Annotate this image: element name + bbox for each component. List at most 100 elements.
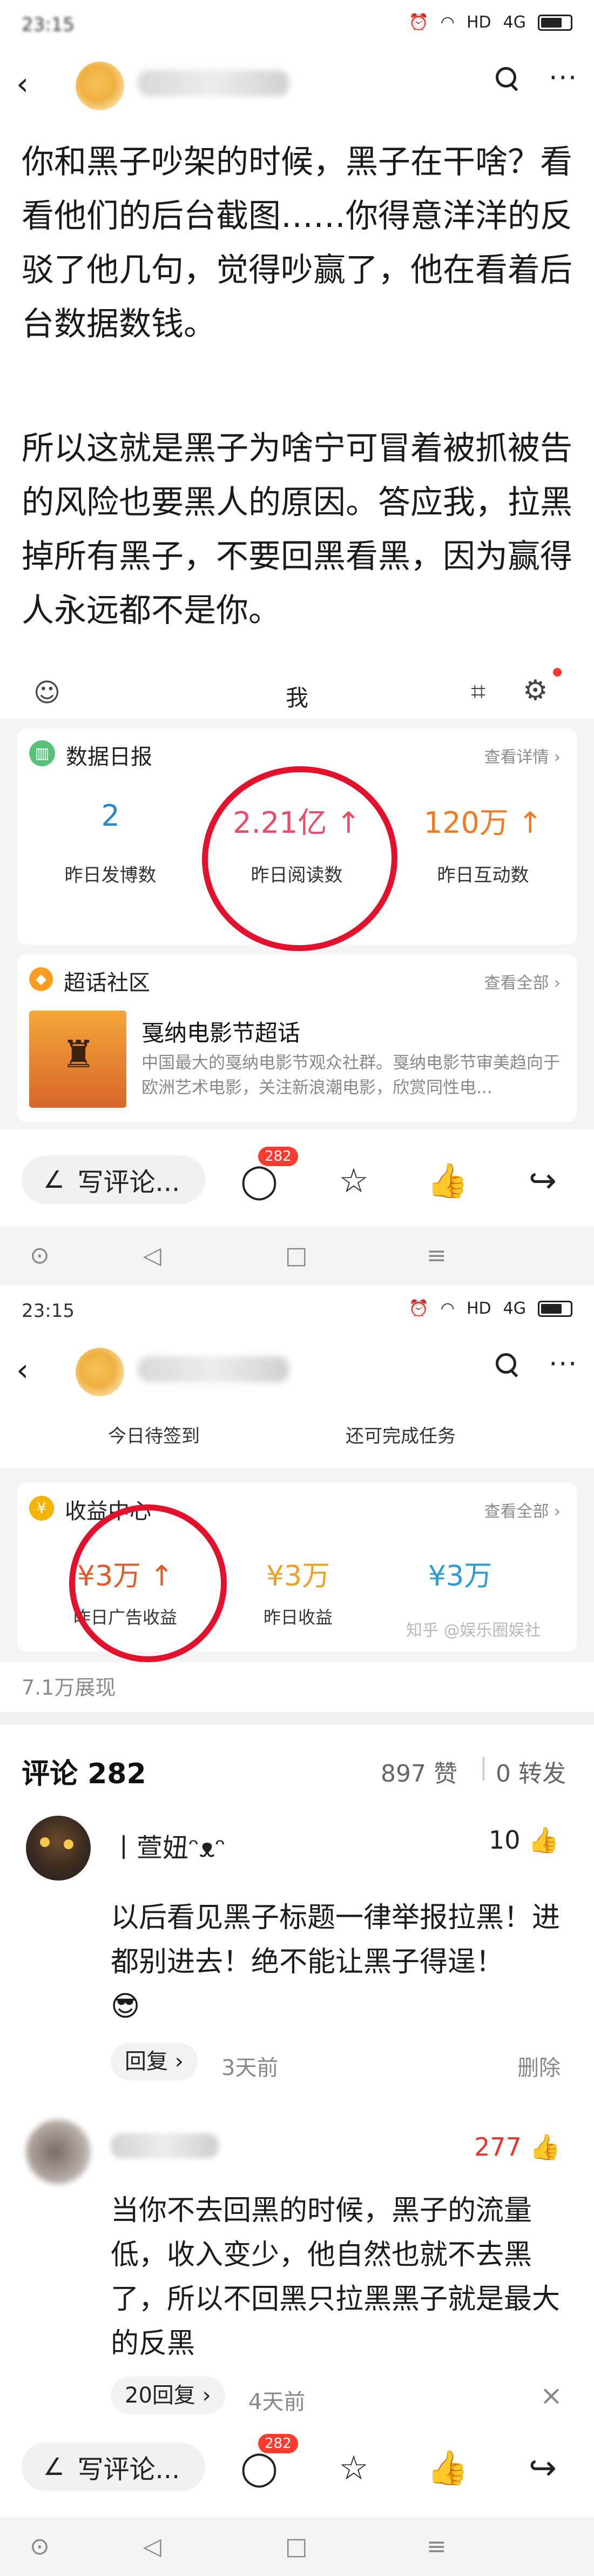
stat-interactions: 120万 ↑ 昨日互动数 — [390, 799, 576, 887]
comments-title[interactable]: 评论 282 — [22, 1751, 146, 1791]
search-icon[interactable] — [495, 1352, 518, 1376]
embed-header: ☺ 我 ⌗ ⚙ — [0, 665, 594, 719]
super-title: 超话社区 — [64, 971, 150, 995]
top-nav-2: ‹ ··· — [0, 1338, 594, 1403]
author-avatar[interactable] — [76, 62, 124, 110]
back-icon[interactable]: ‹ — [16, 68, 29, 99]
share-icon[interactable]: ↪ — [524, 2449, 562, 2487]
sys-home-icon[interactable]: □ — [285, 2533, 308, 2560]
income-yesterday-value: ¥3万 — [266, 1560, 330, 1593]
comment-item: 丨萱妞ᵔᴥᵔ 10 👍 以后看见黑子标题一律举报拉黑！进都别进去！绝不能让黑子得… — [0, 1805, 594, 2107]
share-icon[interactable]: ↪ — [524, 1162, 562, 1200]
more-icon[interactable]: ··· — [549, 64, 578, 91]
comment-likes[interactable]: 10 👍 — [489, 1825, 559, 1855]
comment-text: 当你不去回黑的时候，黑子的流量低，收入变少，他自然也就不去黑了，所以不回黑只拉黑… — [111, 2194, 561, 2360]
comment-time: 3天前 — [221, 2056, 279, 2080]
sys-menu-icon[interactable]: ≡ — [427, 1242, 447, 1269]
status-time: 23:15 — [22, 14, 75, 36]
comment-placeholder: 写评论... — [77, 1167, 180, 1197]
red-circle-annotation — [195, 759, 404, 958]
top-nav: ‹ ··· — [0, 52, 594, 117]
system-nav-bar-2: ⊙ ◁ □ ≡ — [0, 2517, 594, 2576]
income-third-value: ¥3万 — [428, 1560, 492, 1593]
network-label: HD — [466, 13, 491, 32]
comment-count-badge: 282 — [258, 2434, 298, 2453]
avatar-detail — [40, 1837, 50, 1847]
watermark: 知乎 @娱乐圈娱社 — [406, 1621, 541, 1640]
comment-text-body: 以后看见黑子标题一律举报拉黑！进都别进去！绝不能让黑子得逞！ — [111, 1902, 561, 1978]
commenter-name[interactable] — [111, 2133, 219, 2158]
task-buttons: 今日待签到 还可完成任务 — [0, 1403, 594, 1468]
author-name[interactable] — [138, 70, 289, 96]
settings-icon: ⚙ — [523, 674, 548, 707]
daily-data-card: ▥ 数据日报 查看详情 › 2 昨日发博数 2.21亿 ↑ 昨日阅读数 120万… — [17, 728, 577, 958]
daily-detail-link: 查看详情 › — [484, 748, 561, 767]
comment-icon[interactable]: ◯ — [240, 1162, 278, 1200]
sys-back-icon[interactable]: ◁ — [143, 2533, 161, 2560]
status-icons: ⏰ ◠ HD 4G — [408, 13, 572, 32]
diamond-icon: ◆ — [29, 967, 53, 991]
header-separator: | — [480, 1753, 488, 1781]
avatar-detail — [64, 1839, 73, 1849]
coin-icon: ¥ — [29, 1496, 54, 1521]
sys-home-icon[interactable]: □ — [285, 1242, 308, 1269]
stat-interactions-value: 120万 — [423, 806, 509, 840]
stat-posts-value: 2 — [101, 799, 120, 833]
favorite-icon[interactable]: ☆ — [335, 1162, 373, 1200]
sys-dot-icon[interactable]: ⊙ — [30, 1242, 50, 1269]
search-icon[interactable] — [495, 66, 518, 90]
alarm-icon: ⏰ — [408, 1299, 429, 1318]
system-nav-bar: ⊙ ◁ □ ≡ — [0, 1226, 594, 1285]
view-count: 7.1万展现 — [22, 1676, 116, 1700]
comment-input[interactable]: ∠ 写评论... — [22, 2443, 205, 2491]
comment-text: 以后看见黑子标题一律举报拉黑！进都别进去！绝不能让黑子得逞！ 😎 — [111, 1896, 575, 2029]
commenter-avatar[interactable] — [26, 1816, 91, 1881]
comments-header: 评论 282 897 赞 | 0 转发 — [0, 1735, 594, 1799]
comment-count-badge: 282 — [258, 1147, 298, 1166]
close-icon[interactable]: × — [540, 2380, 563, 2411]
reposts-count[interactable]: 0 转发 — [496, 1754, 566, 1789]
embedded-screenshot-2[interactable]: 今日待签到 还可完成任务 ¥ 收益中心 查看全部 › ¥3万 ↑ 昨日广告收益 … — [0, 1403, 594, 1668]
like-icon[interactable]: 👍 — [427, 2449, 468, 2487]
comment-time: 4天前 — [248, 2390, 306, 2414]
commenter-name[interactable]: 丨萱妞ᵔᴥᵔ — [111, 1826, 226, 1864]
comment-input[interactable]: ∠ 写评论... — [22, 1155, 205, 1204]
status-icons-2: ⏰ ◠ HD 4G — [408, 1299, 572, 1318]
sys-back-icon[interactable]: ◁ — [143, 1242, 161, 1269]
embedded-screenshot-1[interactable]: ☺ 我 ⌗ ⚙ ▥ 数据日报 查看详情 › 2 昨日发博数 2.21亿 ↑ 昨日… — [0, 665, 594, 1129]
stat-posts-label: 昨日发博数 — [64, 865, 157, 886]
wifi-icon: ◠ — [440, 13, 455, 32]
delete-button[interactable]: 删除 — [517, 2050, 561, 2082]
income-view-all-link: 查看全部 › — [484, 1502, 561, 1521]
author-avatar[interactable] — [76, 1348, 124, 1396]
action-bar-2: ∠ 写评论... ◯ 282 ☆ 👍 ↪ — [0, 2426, 594, 2507]
back-icon[interactable]: ‹ — [16, 1354, 29, 1386]
like-icon[interactable]: 👍 — [427, 1162, 468, 1200]
favorite-icon[interactable]: ☆ — [335, 2449, 373, 2487]
chart-icon: ▥ — [29, 740, 55, 766]
super-item-title: 戛纳电影节超话 — [141, 1020, 301, 1046]
income-yesterday: ¥3万 昨日收益 — [233, 1553, 363, 1629]
author-name[interactable] — [138, 1356, 289, 1382]
super-item-desc: 中国最大的戛纳电影节观众社群。戛纳电影节审美趋向于欧洲艺术电影，关注新浪潮电影，… — [141, 1053, 560, 1098]
battery-icon — [538, 14, 572, 31]
comment-placeholder: 写评论... — [77, 2454, 180, 2485]
reply-button[interactable]: 回复 › — [111, 2043, 198, 2080]
tasks-button: 还可完成任务 — [346, 1426, 456, 1447]
commenter-avatar[interactable] — [26, 2119, 91, 2184]
sys-menu-icon[interactable]: ≡ — [427, 2533, 447, 2560]
embed-header-title: 我 — [285, 685, 308, 711]
likes-count[interactable]: 897 赞 — [381, 1754, 457, 1789]
wifi-icon: ◠ — [440, 1299, 455, 1318]
comment-icon[interactable]: ◯ — [240, 2449, 278, 2487]
network-label: HD — [466, 1299, 491, 1318]
more-icon[interactable]: ··· — [549, 1350, 578, 1377]
reply-button[interactable]: 20回复 › — [111, 2377, 225, 2414]
income-yesterday-label: 昨日收益 — [263, 1607, 333, 1628]
sys-dot-icon[interactable]: ⊙ — [30, 2533, 50, 2560]
income-third: ¥3万 — [395, 1553, 525, 1593]
cannes-poster-image: ♜ — [29, 1011, 126, 1108]
checkin-button: 今日待签到 — [108, 1426, 200, 1447]
comment-likes[interactable]: 277 👍 — [474, 2132, 561, 2162]
signal-label: 4G — [503, 1299, 526, 1318]
